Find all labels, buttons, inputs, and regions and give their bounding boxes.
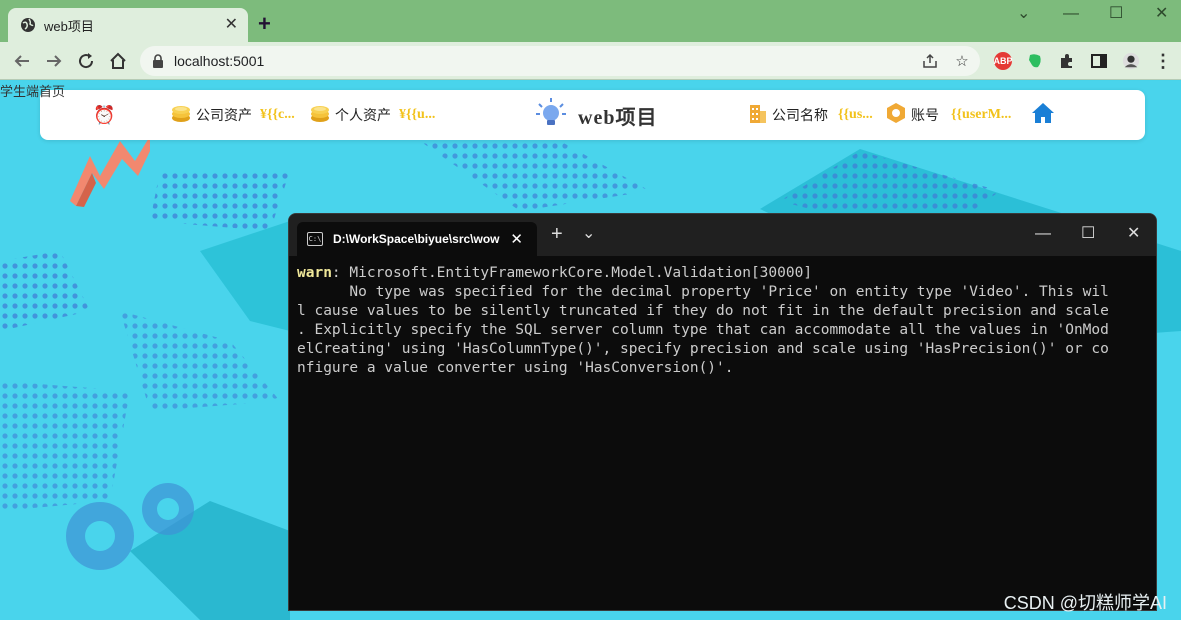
terminal-window: C:\ D:\WorkSpace\biyue\src\wow ✕ + ⌄ — ☐… xyxy=(288,213,1157,611)
sidebar-icon[interactable] xyxy=(1090,52,1108,70)
page-title: 学生端首页 xyxy=(0,84,66,99)
extensions-puzzle-icon[interactable] xyxy=(1058,52,1076,70)
terminal-minimize-icon[interactable]: — xyxy=(1035,224,1051,244)
alarm-nav-item[interactable]: ⏰ xyxy=(93,90,115,140)
top-navbar: ⏰ 公司资产 ¥{{c... 个人资产 ¥{{u... web项目 公司名称 {… xyxy=(40,90,1145,140)
terminal-maximize-icon[interactable]: ☐ xyxy=(1081,224,1095,244)
company-assets-value: ¥{{c... xyxy=(260,107,295,122)
bookmark-star-icon[interactable]: ☆ xyxy=(954,53,970,70)
terminal-output[interactable]: warn: Microsoft.EntityFrameworkCore.Mode… xyxy=(289,256,1156,378)
personal-assets-label: 个人资产 xyxy=(335,107,391,123)
profile-avatar-icon[interactable] xyxy=(1122,52,1140,70)
browser-toolbar: localhost:5001 ☆ ABP ⋮ xyxy=(0,42,1181,80)
terminal-line: elCreating' using 'HasColumnType()', spe… xyxy=(297,341,1109,357)
share-icon[interactable] xyxy=(922,53,938,69)
csdn-watermark: CSDN @切糕师学AI xyxy=(1003,593,1167,613)
cmd-icon: C:\ xyxy=(307,232,323,246)
account-value: {{userM... xyxy=(951,107,1012,122)
browser-tab[interactable]: web项目 ✕ xyxy=(8,8,248,42)
terminal-line: nfigure a value converter using 'HasConv… xyxy=(297,360,734,376)
company-name-nav-item[interactable]: 公司名称 {{us... xyxy=(748,90,880,140)
terminal-line: l cause values to be silently truncated … xyxy=(297,303,1109,319)
terminal-tab[interactable]: C:\ D:\WorkSpace\biyue\src\wow ✕ xyxy=(297,222,537,256)
close-window-icon[interactable]: ✕ xyxy=(1155,6,1168,22)
forward-icon[interactable] xyxy=(44,51,64,71)
globe-icon xyxy=(20,17,36,33)
minimize-icon[interactable]: — xyxy=(1063,6,1079,22)
address-bar[interactable]: localhost:5001 ☆ xyxy=(140,46,980,76)
evernote-extension-icon[interactable] xyxy=(1026,52,1044,70)
personal-assets-nav-item[interactable]: 个人资产 ¥{{u... xyxy=(309,90,447,140)
terminal-tab-title: D:\WorkSpace\biyue\src\wow xyxy=(333,232,500,246)
reload-icon[interactable] xyxy=(76,51,96,71)
terminal-new-tab-button[interactable]: + xyxy=(551,224,563,244)
terminal-close-icon[interactable]: ✕ xyxy=(1127,224,1140,244)
terminal-tab-close-icon[interactable]: ✕ xyxy=(510,230,523,248)
tab-close-icon[interactable]: ✕ xyxy=(225,17,238,33)
alarm-clock-icon: ⏰ xyxy=(93,104,116,125)
terminal-line: warn: Microsoft.EntityFrameworkCore.Mode… xyxy=(297,264,1156,283)
tab-title: web项目 xyxy=(44,18,94,34)
lightbulb-icon xyxy=(534,96,568,135)
coin-stack-icon xyxy=(309,102,331,129)
home-icon xyxy=(1031,102,1055,129)
home-icon[interactable] xyxy=(108,51,128,71)
company-name-label: 公司名称 xyxy=(772,107,828,123)
personal-assets-value: ¥{{u... xyxy=(399,107,436,122)
brand-title: web项目 xyxy=(578,106,658,129)
account-label: 账号 xyxy=(911,107,939,123)
terminal-dropdown-icon[interactable]: ⌄ xyxy=(582,224,595,244)
menu-icon[interactable]: ⋮ xyxy=(1154,51,1172,71)
adblock-extension-icon[interactable]: ABP xyxy=(994,52,1013,70)
back-icon[interactable] xyxy=(12,51,32,71)
tab-search-icon[interactable]: ⌄ xyxy=(1017,6,1030,22)
new-tab-button[interactable]: + xyxy=(258,13,271,35)
terminal-line: . Explicitly specify the SQL server colu… xyxy=(297,322,1109,338)
terminal-line: No type was specified for the decimal pr… xyxy=(297,284,1109,300)
account-nav-item[interactable]: 账号 {{userM... xyxy=(885,90,1023,140)
company-name-value: {{us... xyxy=(838,107,873,122)
company-assets-label: 公司资产 xyxy=(196,107,252,123)
home-nav-item[interactable] xyxy=(1031,90,1055,140)
terminal-titlebar: C:\ D:\WorkSpace\biyue\src\wow ✕ + ⌄ — ☐… xyxy=(289,214,1156,256)
warn-category: : Microsoft.EntityFrameworkCore.Model.Va… xyxy=(331,265,813,281)
url-text: localhost:5001 xyxy=(174,53,265,69)
maximize-icon[interactable]: ☐ xyxy=(1109,6,1123,22)
lock-icon[interactable] xyxy=(152,54,164,68)
building-icon xyxy=(748,102,768,129)
hexagon-user-icon xyxy=(885,102,907,129)
browser-tabstrip: web项目 ✕ + ⌄ — ☐ ✕ xyxy=(0,0,1181,42)
brand[interactable]: web项目 xyxy=(534,90,657,140)
warn-prefix: warn xyxy=(297,265,332,281)
company-assets-nav-item[interactable]: 公司资产 ¥{{c... xyxy=(170,90,304,140)
coin-stack-icon xyxy=(170,102,192,129)
